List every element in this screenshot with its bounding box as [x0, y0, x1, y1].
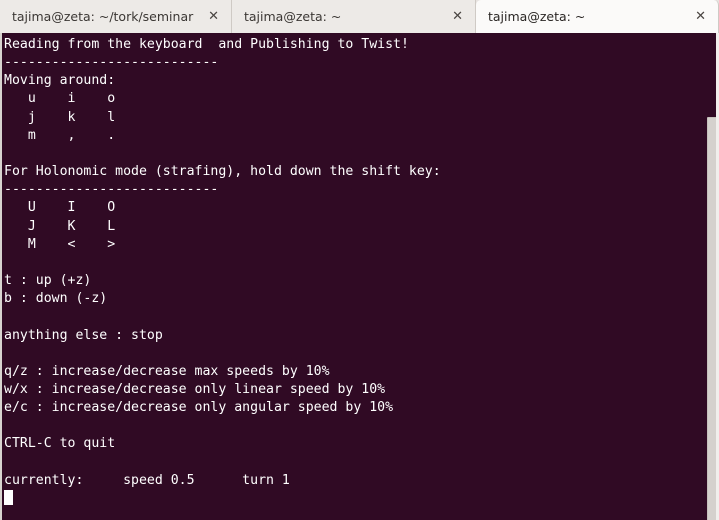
- close-icon[interactable]: ✕: [448, 8, 467, 25]
- close-icon[interactable]: ✕: [691, 8, 710, 25]
- terminal-window: tajima@zeta: ~/tork/seminar ✕ tajima@zet…: [0, 0, 719, 520]
- close-icon[interactable]: ✕: [204, 8, 223, 25]
- tab-tork-seminar[interactable]: tajima@zeta: ~/tork/seminar ✕: [0, 0, 232, 33]
- terminal-body: Reading from the keyboard and Publishing…: [0, 33, 719, 520]
- tab-bar: tajima@zeta: ~/tork/seminar ✕ tajima@zet…: [0, 0, 719, 33]
- terminal-text: Reading from the keyboard and Publishing…: [4, 37, 441, 488]
- tab-home-1[interactable]: tajima@zeta: ~ ✕: [232, 0, 476, 33]
- scrollbar[interactable]: [705, 33, 719, 520]
- tab-title: tajima@zeta: ~: [488, 9, 586, 24]
- tab-home-2-active[interactable]: tajima@zeta: ~ ✕: [476, 0, 719, 33]
- terminal-output[interactable]: Reading from the keyboard and Publishing…: [0, 33, 705, 520]
- tab-title: tajima@zeta: ~: [244, 9, 342, 24]
- tab-title: tajima@zeta: ~/tork/seminar: [12, 9, 194, 24]
- text-cursor: [4, 489, 13, 505]
